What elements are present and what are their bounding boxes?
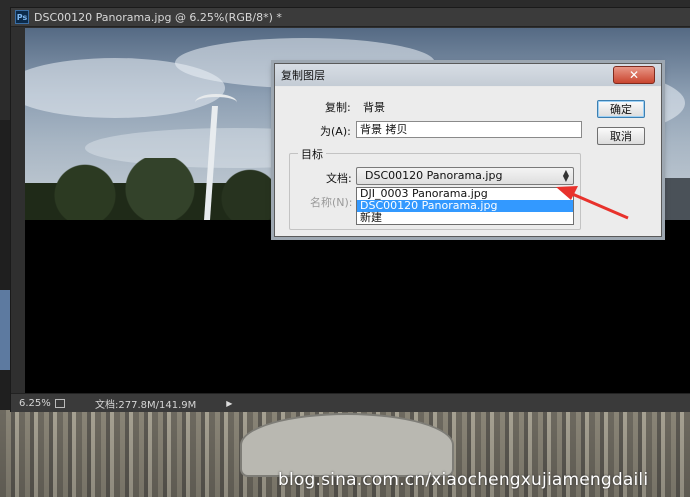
annotation-arrow-head	[556, 186, 578, 200]
annotation-arrow	[556, 186, 629, 220]
watermark: blog.sina.com.cn/xiaochengxujiamengdaili	[278, 470, 649, 490]
annotation-arrow-shaft	[569, 191, 629, 220]
